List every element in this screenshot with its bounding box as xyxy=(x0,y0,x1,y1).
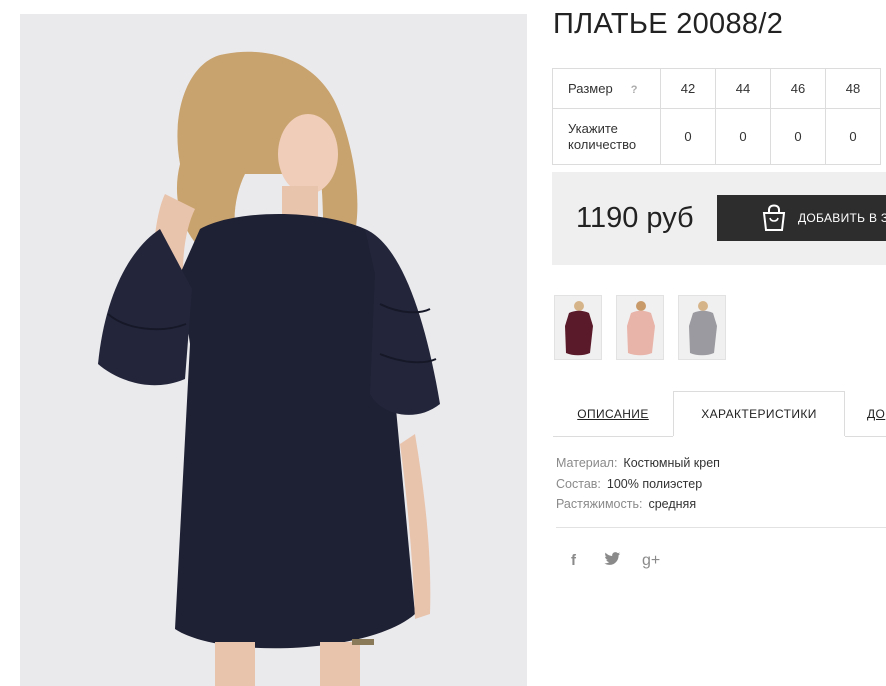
size-48: 48 xyxy=(825,68,881,109)
google-plus-icon[interactable]: g+ xyxy=(642,552,660,570)
quantity-input-44[interactable]: 0 xyxy=(715,108,771,165)
spec-value: средняя xyxy=(648,497,697,511)
dress-illustration xyxy=(20,14,527,686)
quantity-label-cell: Укажите количество xyxy=(552,108,661,165)
specs-list: Материал: Костюмный креп Состав: 100% поли… xyxy=(556,453,720,515)
shopping-bag-icon xyxy=(761,204,787,232)
spec-composition: Состав: 100% полиэстер xyxy=(556,474,720,495)
spec-material: Материал: Костюмный креп xyxy=(556,453,720,474)
quantity-input-46[interactable]: 0 xyxy=(770,108,826,165)
spec-stretch: Растяжимость: средняя xyxy=(556,494,720,515)
add-to-cart-button[interactable]: ДОБАВИТЬ В З xyxy=(717,195,886,241)
twitter-icon[interactable] xyxy=(604,552,621,570)
size-46: 46 xyxy=(770,68,826,109)
tab-delivery[interactable]: ДО xyxy=(867,391,886,436)
size-label-cell: Размер? xyxy=(552,68,661,109)
price: 1190 руб xyxy=(576,202,694,234)
quantity-input-48[interactable]: 0 xyxy=(825,108,881,165)
quantity-label: Укажите количество xyxy=(568,120,637,152)
spec-key: Состав: xyxy=(556,476,601,491)
size-44: 44 xyxy=(715,68,771,109)
tab-description[interactable]: ОПИСАНИЕ xyxy=(553,391,673,436)
product-title: ПЛАТЬЕ 20088/2 xyxy=(553,8,784,40)
facebook-icon[interactable]: f xyxy=(571,552,576,569)
price-block: 1190 руб ДОБАВИТЬ В З xyxy=(552,172,886,265)
size-table: Размер? 42 44 46 48 Укажите количество 0… xyxy=(552,68,881,165)
product-photo[interactable] xyxy=(20,14,527,686)
color-variant-pink[interactable] xyxy=(616,295,664,360)
divider xyxy=(556,527,886,528)
tab-characteristics[interactable]: ХАРАКТЕРИСТИКИ xyxy=(673,391,845,436)
size-label: Размер xyxy=(568,81,613,96)
quantity-input-42[interactable]: 0 xyxy=(660,108,716,165)
color-variant-burgundy[interactable] xyxy=(554,295,602,360)
spec-value: 100% полиэстер xyxy=(606,476,703,491)
spec-value: Костюмный креп xyxy=(623,456,720,470)
tabs-divider xyxy=(845,436,886,437)
add-to-cart-label: ДОБАВИТЬ В З xyxy=(798,211,886,225)
product-tabs: ОПИСАНИЕ ХАРАКТЕРИСТИКИ ДО xyxy=(553,391,886,436)
tabs-divider xyxy=(553,436,673,437)
size-42: 42 xyxy=(660,68,716,109)
spec-key: Растяжимость: xyxy=(556,497,643,511)
spec-key: Материал: xyxy=(556,456,618,470)
help-icon[interactable]: ? xyxy=(631,84,638,96)
color-variant-gray[interactable] xyxy=(678,295,726,360)
